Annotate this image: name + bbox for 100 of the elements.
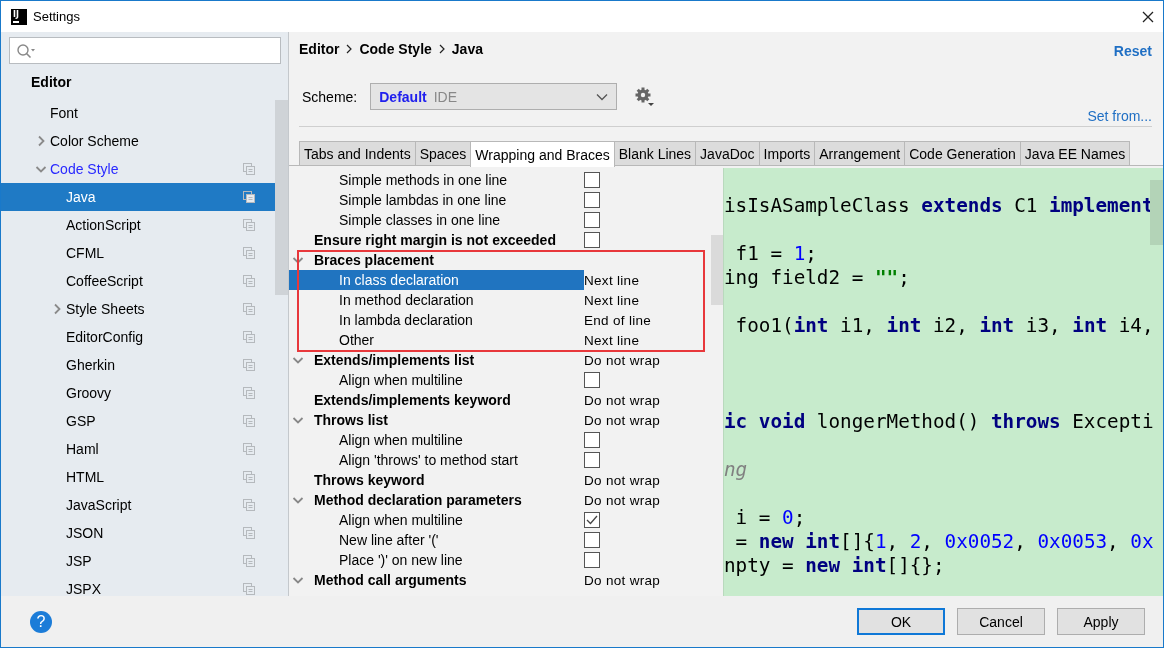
- option-value[interactable]: Do not wrap: [584, 412, 661, 428]
- option-row[interactable]: In lambda declaration End of line: [289, 310, 711, 330]
- checkbox[interactable]: [584, 552, 600, 568]
- scrollbar-thumb[interactable]: [275, 100, 288, 295]
- chevron-down-icon: [34, 165, 47, 173]
- tab[interactable]: Imports: [758, 141, 816, 165]
- breadcrumb-item[interactable]: Java: [451, 41, 483, 57]
- ok-button[interactable]: OK: [857, 608, 945, 635]
- tree-item[interactable]: JavaScript: [1, 491, 275, 519]
- app-logo: IJ: [11, 8, 27, 25]
- breadcrumb-item[interactable]: Code Style: [359, 41, 432, 57]
- chevron-right-icon: [438, 44, 445, 54]
- option-row[interactable]: Method declaration parameters Do not wrap: [289, 490, 711, 510]
- checkbox[interactable]: [584, 232, 600, 248]
- search-field[interactable]: [9, 37, 281, 64]
- tree-item[interactable]: Style Sheets: [1, 295, 275, 323]
- breadcrumb-item[interactable]: Editor: [299, 41, 340, 57]
- option-value[interactable]: Do not wrap: [584, 492, 661, 508]
- option-row[interactable]: Extends/implements keyword Do not wrap: [289, 390, 711, 410]
- option-row[interactable]: Align 'throws' to method start: [289, 450, 711, 470]
- scheme-dropdown[interactable]: Default IDE: [370, 83, 618, 110]
- option-row[interactable]: Throws list Do not wrap: [289, 410, 711, 430]
- tree-item[interactable]: Haml: [1, 435, 275, 463]
- chevron-right-icon: [346, 44, 353, 54]
- option-value[interactable]: Do not wrap: [584, 572, 661, 588]
- cancel-button[interactable]: Cancel: [957, 608, 1045, 635]
- option-row[interactable]: In method declaration Next line: [289, 290, 711, 310]
- chevron-right-icon: [36, 135, 45, 147]
- tab[interactable]: JavaDoc: [695, 141, 760, 165]
- scrollbar-thumb[interactable]: [1150, 180, 1163, 245]
- option-row[interactable]: Braces placement: [289, 250, 711, 270]
- option-value[interactable]: Next line: [584, 332, 640, 348]
- option-value[interactable]: Next line: [584, 292, 640, 308]
- code-line: i = 0;: [734, 506, 807, 530]
- option-row[interactable]: Ensure right margin is not exceeded: [289, 230, 711, 250]
- checkbox[interactable]: [584, 512, 600, 528]
- option-value[interactable]: Do not wrap: [584, 472, 661, 488]
- checkbox[interactable]: [584, 212, 600, 228]
- tree-item[interactable]: Java: [1, 183, 275, 211]
- option-value[interactable]: Do not wrap: [584, 392, 661, 408]
- gear-icon[interactable]: [635, 86, 656, 107]
- checkbox[interactable]: [584, 172, 600, 188]
- chevron-down-icon: [292, 576, 304, 584]
- option-row[interactable]: Throws keyword Do not wrap: [289, 470, 711, 490]
- option-row[interactable]: Simple lambdas in one line: [289, 190, 711, 210]
- tab[interactable]: Spaces: [414, 141, 472, 165]
- option-row[interactable]: Simple classes in one line: [289, 210, 711, 230]
- tab[interactable]: Tabs and Indents: [299, 141, 416, 165]
- window-title: Settings: [33, 9, 81, 24]
- code-line: ic void longerMethod() throws Excepti: [724, 410, 1155, 434]
- checkbox[interactable]: [584, 532, 600, 548]
- option-row[interactable]: Align when multiline: [289, 510, 711, 530]
- set-from-link[interactable]: Set from...: [1087, 108, 1152, 124]
- option-row[interactable]: Simple methods in one line: [289, 170, 711, 190]
- checkbox[interactable]: [584, 192, 600, 208]
- chevron-down-icon: [292, 496, 304, 504]
- checkbox[interactable]: [584, 432, 600, 448]
- tree-item[interactable]: JSPX: [1, 575, 275, 596]
- chevron-down-icon: [292, 356, 304, 364]
- code-line: f1 = 1;: [734, 242, 818, 266]
- tree-item[interactable]: Font: [1, 99, 275, 127]
- option-row[interactable]: Place ')' on new line: [289, 550, 711, 570]
- code-line: isIsASampleClass extends C1 implement: [724, 194, 1155, 218]
- help-button[interactable]: ?: [30, 610, 52, 633]
- option-value[interactable]: End of line: [584, 312, 652, 328]
- checkbox[interactable]: [584, 372, 600, 388]
- chevron-down-icon: [292, 256, 304, 264]
- chevron-down-icon: [596, 92, 609, 101]
- option-row[interactable]: Align when multiline: [289, 430, 711, 450]
- tree-item[interactable]: CFML: [1, 239, 275, 267]
- tree-item[interactable]: ActionScript: [1, 211, 275, 239]
- tree-item[interactable]: HTML: [1, 463, 275, 491]
- tree-item[interactable]: JSON: [1, 519, 275, 547]
- tab[interactable]: Wrapping and Braces: [470, 141, 615, 167]
- tab[interactable]: Blank Lines: [613, 141, 697, 165]
- tab[interactable]: Java EE Names: [1019, 141, 1131, 165]
- tab[interactable]: Code Generation: [904, 141, 1021, 165]
- option-row[interactable]: Align when multiline: [289, 370, 711, 390]
- option-row[interactable]: Other Next line: [289, 330, 711, 350]
- tree-item[interactable]: Code Style: [1, 155, 275, 183]
- apply-button[interactable]: Apply: [1057, 608, 1145, 635]
- reset-link[interactable]: Reset: [1113, 43, 1152, 59]
- tree-item[interactable]: JSP: [1, 547, 275, 575]
- tree-item[interactable]: Gherkin: [1, 351, 275, 379]
- tree-item[interactable]: EditorConfig: [1, 323, 275, 351]
- checkbox[interactable]: [584, 452, 600, 468]
- tab[interactable]: Arrangement: [814, 141, 906, 165]
- tree-item[interactable]: Groovy: [1, 379, 275, 407]
- section-heading: Editor: [30, 72, 73, 92]
- option-row[interactable]: Extends/implements list Do not wrap: [289, 350, 711, 370]
- option-value[interactable]: Do not wrap: [584, 352, 661, 368]
- option-row[interactable]: New line after '(': [289, 530, 711, 550]
- tree-item[interactable]: GSP: [1, 407, 275, 435]
- scrollbar-thumb[interactable]: [711, 235, 723, 305]
- tree-item[interactable]: CoffeeScript: [1, 267, 275, 295]
- option-row[interactable]: Method call arguments Do not wrap: [289, 570, 711, 590]
- scheme-label: Scheme:: [302, 88, 358, 105]
- close-icon[interactable]: [1141, 9, 1155, 24]
- tree-item[interactable]: Color Scheme: [1, 127, 275, 155]
- option-value[interactable]: Next line: [584, 272, 640, 288]
